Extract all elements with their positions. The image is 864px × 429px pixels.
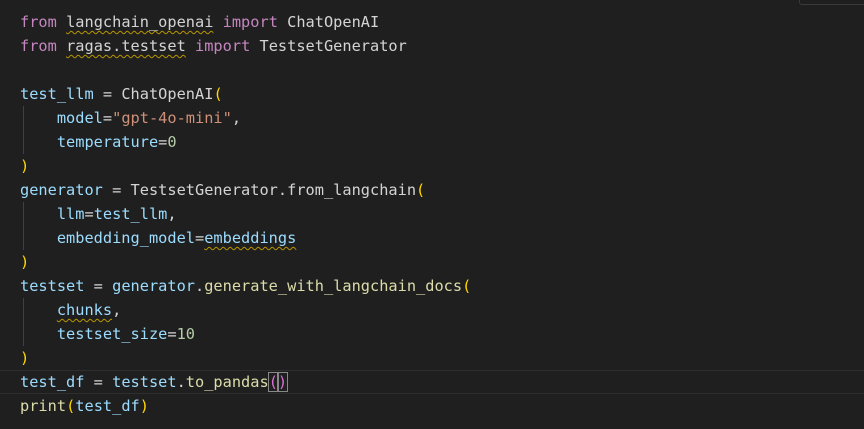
code-token: ( xyxy=(66,397,76,415)
code-token: ChatOpenAI xyxy=(277,13,380,31)
code-token: import xyxy=(222,13,278,31)
code-token: embedding_model xyxy=(56,229,195,247)
code-token: = xyxy=(84,205,94,223)
code-line[interactable]: testset_size=10 xyxy=(20,322,195,346)
code-token: testset xyxy=(20,277,85,295)
code-token: ) xyxy=(20,253,30,271)
code-token: ( xyxy=(267,372,279,392)
code-line[interactable]: generator = TestsetGenerator.from_langch… xyxy=(20,178,425,202)
code-token: testset xyxy=(112,373,177,391)
code-token: = xyxy=(195,229,205,247)
code-token: llm xyxy=(56,205,85,223)
code-token: = xyxy=(102,109,113,127)
code-token: ( xyxy=(416,181,426,199)
code-token: ( xyxy=(462,277,472,295)
code-line[interactable]: test_df = testset.to_pandas() xyxy=(20,370,289,394)
code-token: 0 xyxy=(167,133,177,151)
code-token: test_llm xyxy=(20,85,94,103)
code-line[interactable]: chunks, xyxy=(20,298,121,322)
code-token: TestsetGenerator xyxy=(250,37,407,55)
code-line[interactable]: model="gpt-4o-mini", xyxy=(20,106,241,130)
code-line[interactable]: embedding_model=embeddings xyxy=(20,226,296,250)
code-token: = xyxy=(167,325,177,343)
code-line[interactable]: temperature=0 xyxy=(20,130,177,154)
code-token: from xyxy=(20,37,57,55)
code-line[interactable]: llm=test_llm, xyxy=(20,202,177,226)
code-token: testset_size xyxy=(56,325,168,343)
code-token: = xyxy=(84,277,113,295)
code-token: generate_with_langchain_docs xyxy=(204,277,463,295)
code-token: = xyxy=(84,373,113,391)
code-line[interactable]: testset = generator.generate_with_langch… xyxy=(20,274,471,298)
code-token: chunks xyxy=(56,301,113,319)
code-token: ) xyxy=(276,372,289,392)
code-token: , xyxy=(231,109,242,127)
code-token: TestsetGenerator xyxy=(130,181,278,199)
code-token: = xyxy=(158,133,168,151)
code-line[interactable]: from langchain_openai import ChatOpenAI xyxy=(20,10,379,34)
code-token: test_df xyxy=(20,373,85,391)
code-editor[interactable]: from langchain_openai import ChatOpenAI f… xyxy=(0,0,864,429)
code-line[interactable]: ) xyxy=(20,250,29,274)
code-token: to_pandas xyxy=(185,373,269,391)
code-line[interactable]: test_llm = ChatOpenAI( xyxy=(20,82,223,106)
code-line[interactable]: print(test_df) xyxy=(20,394,149,418)
code-line[interactable]: from ragas.testset import TestsetGenerat… xyxy=(20,34,407,58)
code-token: ChatOpenAI xyxy=(121,85,214,103)
code-token: embeddings xyxy=(204,229,297,247)
code-token: from_langchain xyxy=(287,181,417,199)
code-token: generator xyxy=(112,277,195,295)
code-token: print xyxy=(20,397,67,415)
text-cursor xyxy=(287,372,289,390)
code-token: langchain_openai xyxy=(66,13,214,31)
code-token: from xyxy=(20,13,57,31)
code-line[interactable]: ) xyxy=(20,346,29,370)
code-token: , xyxy=(167,205,177,223)
code-token: test_df xyxy=(75,397,140,415)
code-token: generator xyxy=(20,181,103,199)
code-token: ragas.testset xyxy=(66,37,186,55)
code-token: ) xyxy=(139,397,149,415)
code-token: 10 xyxy=(176,325,195,343)
code-token: = xyxy=(102,181,131,199)
code-token: . xyxy=(176,373,186,391)
code-token: , xyxy=(112,301,122,319)
code-token: . xyxy=(195,277,205,295)
code-line[interactable]: ) xyxy=(20,154,29,178)
code-token: = xyxy=(93,85,122,103)
code-token: ) xyxy=(20,157,30,175)
code-token: import xyxy=(195,37,251,55)
code-token: ) xyxy=(20,349,30,367)
scroll-shadow xyxy=(799,0,864,5)
code-token: "gpt-4o-mini" xyxy=(112,109,232,127)
code-token: . xyxy=(277,181,288,199)
code-token: temperature xyxy=(56,133,159,151)
code-token: test_llm xyxy=(93,205,168,223)
code-token: ( xyxy=(213,85,223,103)
code-token: model xyxy=(56,109,103,127)
